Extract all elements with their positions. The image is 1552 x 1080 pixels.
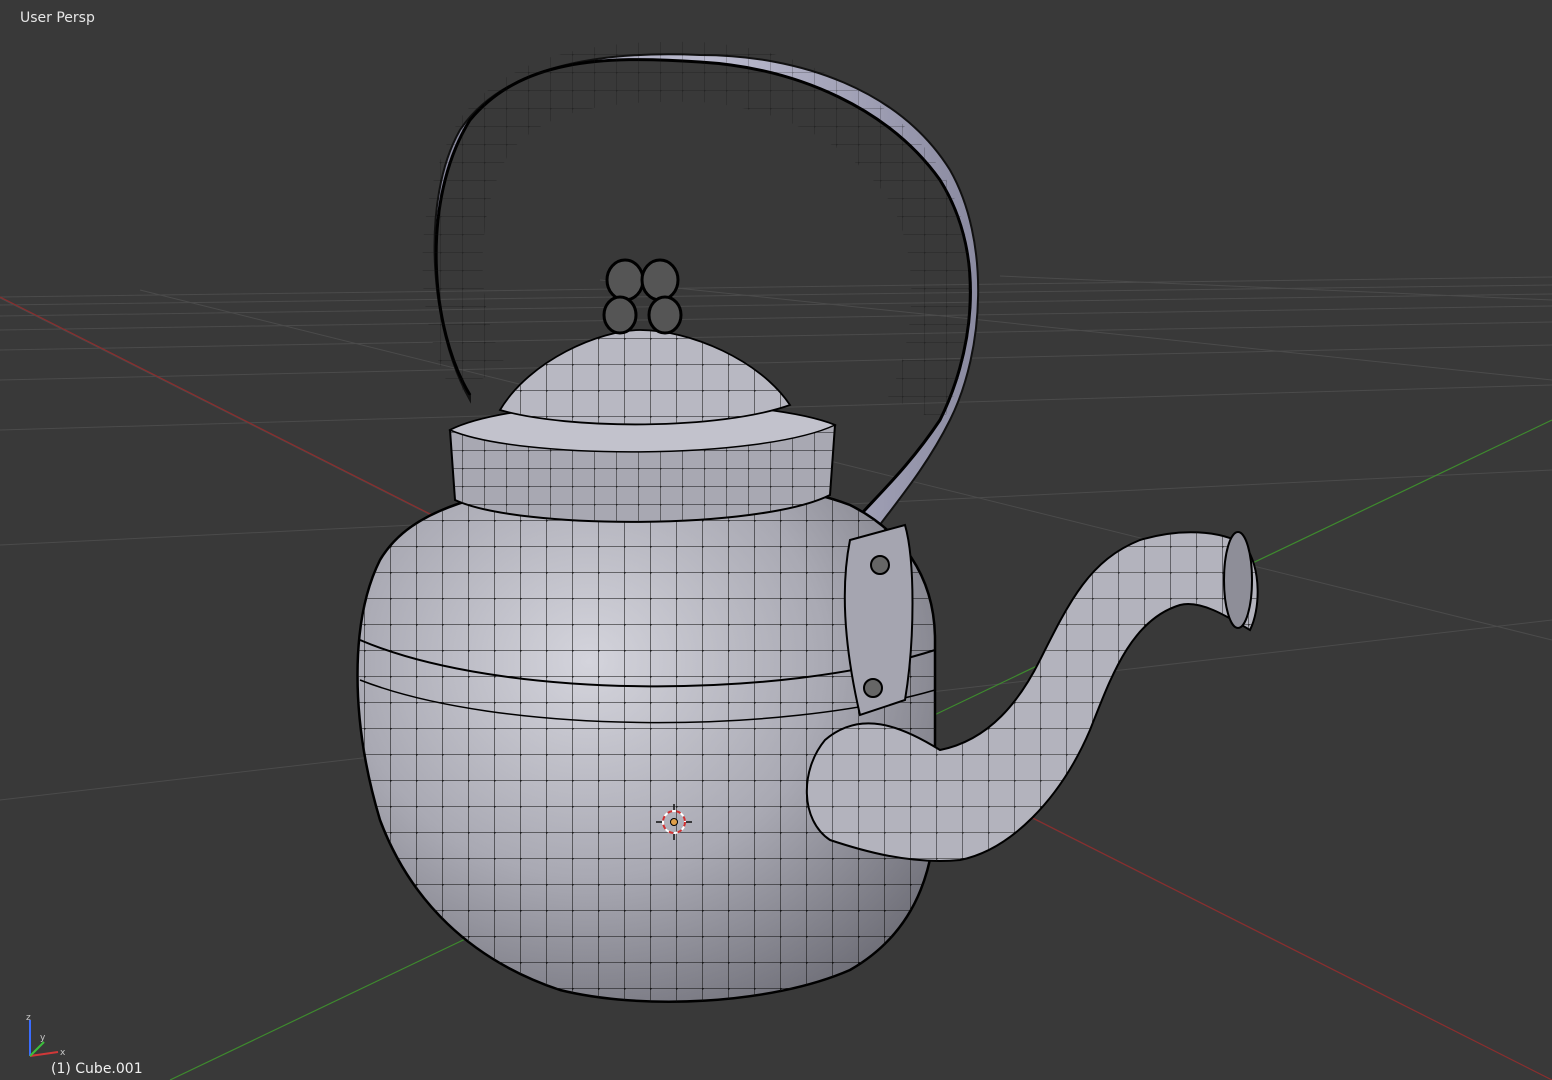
3d-viewport[interactable]: User Persp z y x (1) Cube.001 [0, 0, 1552, 1080]
handle-bracket [843, 523, 914, 717]
view-mode-label: User Persp [20, 10, 95, 26]
svg-text:y: y [40, 1033, 46, 1043]
active-object-label: (1) Cube.001 [51, 1061, 143, 1077]
viewport-scene[interactable] [0, 0, 1552, 1080]
axis-gizmo: z y x [26, 1013, 66, 1058]
teapot-lid [448, 329, 837, 523]
svg-text:z: z [26, 1013, 31, 1023]
svg-text:x: x [60, 1048, 66, 1058]
